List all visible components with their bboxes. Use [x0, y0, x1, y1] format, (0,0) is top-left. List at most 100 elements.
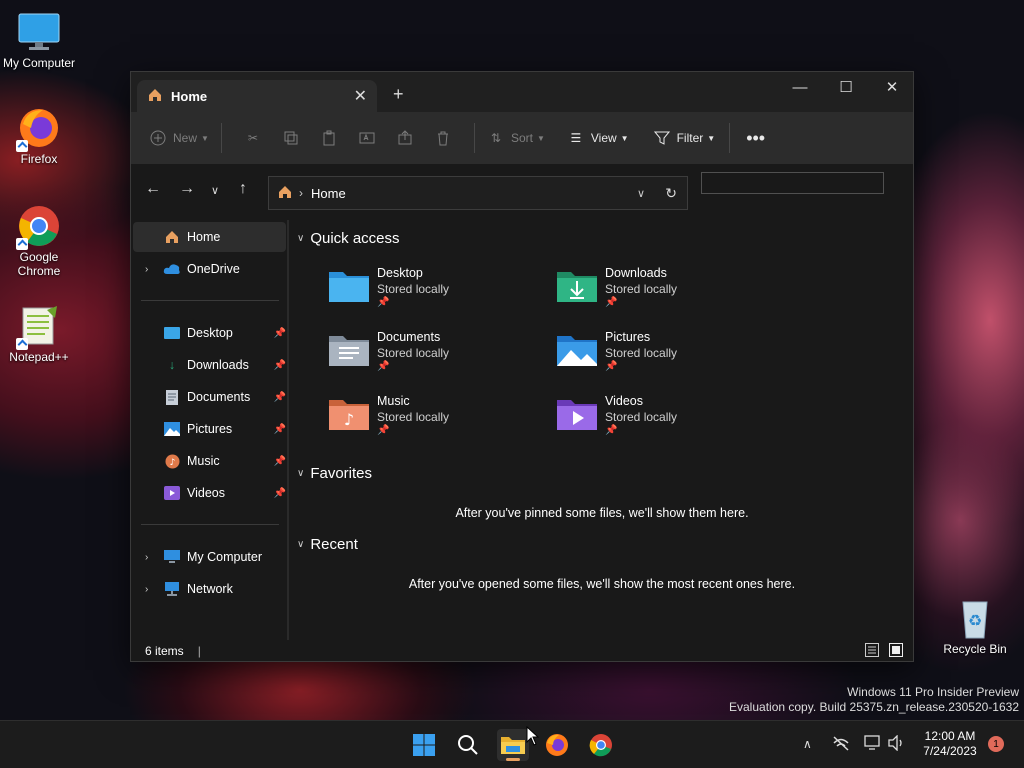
close-window-button[interactable]: ✕	[869, 72, 915, 102]
shortcut-arrow-icon	[16, 338, 28, 350]
quick-access-item-videos[interactable]: Videos Stored locally 📌	[555, 394, 755, 446]
taskbar-firefox[interactable]	[541, 729, 573, 761]
quick-access-item-pictures[interactable]: Pictures Stored locally 📌	[555, 330, 755, 382]
filter-button[interactable]: Filter ▼	[653, 122, 715, 154]
desktop-icon-recycle-bin[interactable]: ♻ Recycle Bin	[936, 596, 1014, 656]
new-button[interactable]: New ▼	[149, 122, 209, 154]
desktop-icon-notepad-plus-plus[interactable]: Notepad++	[0, 304, 78, 364]
search-input[interactable]	[701, 172, 884, 194]
svg-text:♪: ♪	[344, 410, 354, 429]
forward-button[interactable]: →	[179, 180, 195, 198]
refresh-icon[interactable]: ↻	[665, 185, 677, 202]
section-title: Recent	[310, 536, 358, 553]
cut-button[interactable]: ✂	[244, 122, 262, 154]
desktop-icon-google-chrome[interactable]: Google Chrome	[0, 204, 78, 278]
display-icon[interactable]	[864, 735, 882, 754]
chevron-down-icon: ▼	[536, 133, 545, 143]
pin-icon: 📌	[377, 425, 390, 436]
maximize-button[interactable]: ☐	[823, 72, 869, 102]
breadcrumb-home[interactable]: Home	[311, 186, 346, 201]
recent-locations-button[interactable]: ∨	[211, 184, 219, 197]
network-status-icon[interactable]	[832, 735, 850, 754]
start-button[interactable]	[408, 729, 440, 761]
item-name: Videos	[605, 394, 643, 408]
paste-button[interactable]	[320, 122, 338, 154]
sidebar-item-downloads[interactable]: ↓ Downloads 📌	[133, 350, 286, 380]
pictures-icon	[163, 421, 181, 437]
volume-icon[interactable]	[888, 734, 906, 754]
section-title: Favorites	[310, 465, 373, 482]
sidebar-divider	[141, 300, 279, 301]
item-name: Pictures	[605, 330, 651, 344]
quick-access-item-desktop[interactable]: Desktop Stored locally 📌	[327, 266, 527, 318]
address-bar[interactable]: › Home ∨ ↻	[268, 176, 688, 210]
chevron-right-icon[interactable]: ›	[145, 584, 148, 595]
sidebar-item-music[interactable]: ♪ Music 📌	[133, 446, 286, 476]
copy-button[interactable]	[282, 122, 300, 154]
chevron-right-icon[interactable]: ›	[145, 552, 148, 563]
view-button[interactable]: ☰ View ▼	[567, 122, 628, 154]
show-hidden-icons-button[interactable]: ∧	[803, 737, 812, 751]
sidebar-item-desktop[interactable]: Desktop 📌	[133, 318, 286, 348]
sidebar-item-pictures[interactable]: Pictures 📌	[133, 414, 286, 444]
sidebar-item-label: OneDrive	[187, 262, 240, 276]
sort-label: Sort	[510, 131, 533, 145]
tab-home[interactable]: Home ✕	[137, 80, 377, 112]
rename-icon	[358, 129, 376, 147]
recent-header[interactable]: ∨ Recent	[297, 536, 358, 553]
videos-folder-icon	[555, 394, 599, 434]
taskbar: ∧ 12:00 AM 7/24/2023 1	[0, 720, 1024, 768]
file-explorer-window[interactable]: Home ✕ + — ☐ ✕ New ▼ ✂ ⇅ Sort ▼ ☰ View ▼…	[130, 71, 914, 662]
sidebar-item-documents[interactable]: Documents 📌	[133, 382, 286, 412]
sidebar-item-onedrive[interactable]: › OneDrive	[133, 254, 286, 284]
quick-access-item-documents[interactable]: Documents Stored locally 📌	[327, 330, 527, 382]
notification-badge[interactable]: 1	[988, 736, 1004, 752]
pin-icon: 📌	[273, 455, 286, 467]
sidebar-item-home[interactable]: Home	[133, 222, 286, 252]
shortcut-arrow-icon	[16, 238, 28, 250]
watermark-line-1: Windows 11 Pro Insider Preview	[847, 685, 1019, 699]
music-folder-icon: ♪	[327, 394, 371, 434]
notepad-plus-plus-icon	[16, 304, 61, 350]
clock[interactable]: 12:00 AM 7/24/2023	[915, 729, 985, 759]
chevron-down-icon[interactable]: ∨	[637, 187, 645, 200]
title-bar[interactable]: Home ✕ + — ☐ ✕	[131, 72, 913, 112]
filter-icon	[653, 129, 671, 147]
pin-icon: 📌	[273, 423, 286, 435]
sidebar-item-network[interactable]: › Network	[133, 574, 286, 604]
favorites-header[interactable]: ∨ Favorites	[297, 465, 372, 482]
desktop-icon-my-computer[interactable]: My Computer	[0, 10, 78, 70]
close-tab-icon[interactable]: ✕	[354, 86, 367, 106]
new-tab-button[interactable]: +	[393, 84, 404, 105]
sidebar-item-videos[interactable]: Videos 📌	[133, 478, 286, 508]
quick-access-item-downloads[interactable]: Downloads Stored locally 📌	[555, 266, 755, 318]
quick-access-item-music[interactable]: ♪ Music Stored locally 📌	[327, 394, 527, 446]
details-view-icon[interactable]	[865, 642, 879, 660]
chrome-icon	[16, 204, 61, 250]
document-icon	[163, 389, 181, 405]
search-button[interactable]	[452, 729, 484, 761]
sidebar-item-my-computer[interactable]: › My Computer	[133, 542, 286, 572]
share-button[interactable]	[396, 122, 414, 154]
desktop-icon-label: My Computer	[2, 56, 76, 70]
pin-icon: 📌	[605, 297, 618, 308]
new-label: New	[173, 131, 198, 145]
firefox-icon	[16, 106, 61, 152]
up-button[interactable]: ↑	[239, 180, 247, 198]
taskbar-chrome[interactable]	[585, 729, 617, 761]
pin-icon: 📌	[273, 359, 286, 371]
rename-button[interactable]	[358, 122, 376, 154]
delete-button[interactable]	[434, 122, 452, 154]
minimize-button[interactable]: —	[777, 72, 823, 102]
quick-access-header[interactable]: ∨ Quick access	[297, 230, 400, 247]
status-bar: 6 items |	[131, 640, 913, 662]
copy-icon	[282, 129, 300, 147]
taskbar-file-explorer[interactable]	[497, 729, 529, 761]
tiles-view-icon[interactable]	[889, 642, 903, 660]
desktop-icon-firefox[interactable]: Firefox	[0, 106, 78, 166]
back-button[interactable]: ←	[145, 180, 161, 198]
more-options-button[interactable]: •••	[746, 122, 765, 154]
chevron-right-icon[interactable]: ›	[145, 264, 148, 275]
sort-button[interactable]: ⇅ Sort ▼	[487, 122, 545, 154]
search-icon	[458, 735, 478, 755]
